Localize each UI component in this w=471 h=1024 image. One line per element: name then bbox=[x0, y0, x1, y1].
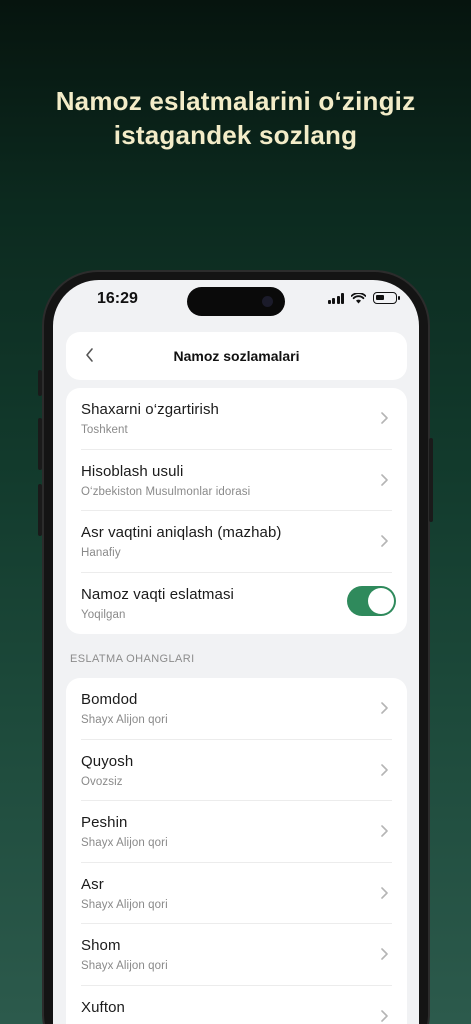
promo-headline: Namoz eslatmalarini o‘zingiz istagandek … bbox=[0, 84, 471, 152]
reminder-toggle[interactable] bbox=[347, 585, 396, 616]
sound-row-bomdod[interactable]: Bomdod Shayx Alijon qori bbox=[81, 678, 392, 740]
toggle-knob bbox=[368, 587, 394, 614]
sound-row-label: Xufton bbox=[81, 998, 125, 1016]
sound-row-label: Bomdod bbox=[81, 691, 138, 708]
settings-row-label: Asr vaqtini aniqlash (mazhab) bbox=[81, 524, 282, 541]
sound-row-label: Quyosh bbox=[81, 752, 134, 770]
sound-row-value: Shayx Alijon qori bbox=[81, 960, 168, 972]
dynamic-island bbox=[187, 287, 285, 316]
sound-row-value: Ovozsiz bbox=[81, 775, 123, 788]
status-time: 16:29 bbox=[97, 290, 138, 307]
phone-volume-down-button bbox=[38, 484, 42, 536]
settings-card: Shaxarni o‘zgartirish Toshkent Hisoblash… bbox=[66, 388, 407, 634]
chevron-right-icon bbox=[381, 763, 388, 776]
settings-row-value: O‘zbekiston Musulmonlar idorasi bbox=[81, 485, 251, 498]
settings-row-calc-method[interactable]: Hisoblash usuli O‘zbekiston Musulmonlar … bbox=[81, 450, 392, 511]
camera-icon bbox=[262, 296, 273, 307]
settings-row-value: Toshkent bbox=[81, 424, 128, 436]
chevron-right-icon bbox=[381, 412, 388, 424]
status-bar: 16:29 bbox=[53, 280, 419, 324]
settings-row-city[interactable]: Shaxarni o‘zgartirish Toshkent bbox=[81, 388, 392, 450]
chevron-right-icon bbox=[381, 1009, 388, 1022]
sound-row-value: Shayx Alijon qori bbox=[81, 714, 168, 726]
sounds-card: Bomdod Shayx Alijon qori Quyosh Ovozsiz … bbox=[66, 678, 407, 1024]
chevron-right-icon bbox=[381, 473, 388, 486]
promo-line-2: istagandek sozlang bbox=[113, 120, 358, 150]
settings-row-value: Hanafiy bbox=[81, 547, 121, 559]
signal-icon bbox=[327, 292, 344, 304]
settings-row-label: Shaxarni o‘zgartirish bbox=[81, 401, 219, 418]
sound-row-peshin[interactable]: Peshin Shayx Alijon qori bbox=[81, 801, 392, 863]
settings-row-value: Yoqilgan bbox=[81, 608, 126, 621]
promo-line-1: Namoz eslatmalarini o‘zingiz bbox=[55, 86, 416, 116]
page-title: Namoz sozlamalari bbox=[173, 348, 300, 364]
settings-row-asr-madhab[interactable]: Asr vaqtini aniqlash (mazhab) Hanafiy bbox=[81, 511, 392, 573]
sound-row-label: Shom bbox=[81, 937, 121, 954]
battery-icon bbox=[373, 292, 400, 304]
section-title: ESLATMA OHANGLARI bbox=[70, 653, 195, 665]
sound-row-label: Asr bbox=[81, 875, 104, 893]
sound-row-quyosh[interactable]: Quyosh Ovozsiz bbox=[81, 740, 392, 801]
settings-row-label: Namoz vaqti eslatmasi bbox=[81, 585, 234, 603]
chevron-right-icon bbox=[381, 825, 388, 837]
phone-mute-button bbox=[38, 370, 42, 396]
status-icons bbox=[327, 292, 400, 304]
settings-row-label: Hisoblash usuli bbox=[81, 462, 184, 480]
chevron-right-icon bbox=[381, 948, 388, 960]
sound-row-label: Peshin bbox=[81, 814, 128, 831]
sound-row-shom[interactable]: Shom Shayx Alijon qori bbox=[81, 924, 392, 986]
sound-row-value: Shayx Alijon qori bbox=[81, 898, 168, 911]
phone-screen: 16:29 Namoz sozlamalari Shaxarni o‘zgart… bbox=[53, 280, 419, 1024]
chevron-right-icon bbox=[381, 702, 388, 714]
settings-row-prayer-reminder: Namoz vaqti eslatmasi Yoqilgan bbox=[81, 573, 396, 635]
phone-power-button bbox=[429, 438, 433, 522]
screen-header: Namoz sozlamalari bbox=[66, 332, 407, 380]
chevron-right-icon bbox=[381, 535, 388, 547]
sound-row-xufton[interactable]: Xufton bbox=[81, 986, 392, 1024]
sound-row-asr[interactable]: Asr Shayx Alijon qori bbox=[81, 863, 392, 924]
wifi-icon bbox=[351, 292, 366, 303]
phone-volume-up-button bbox=[38, 418, 42, 470]
chevron-right-icon bbox=[381, 886, 388, 899]
sound-row-value: Shayx Alijon qori bbox=[81, 837, 168, 849]
